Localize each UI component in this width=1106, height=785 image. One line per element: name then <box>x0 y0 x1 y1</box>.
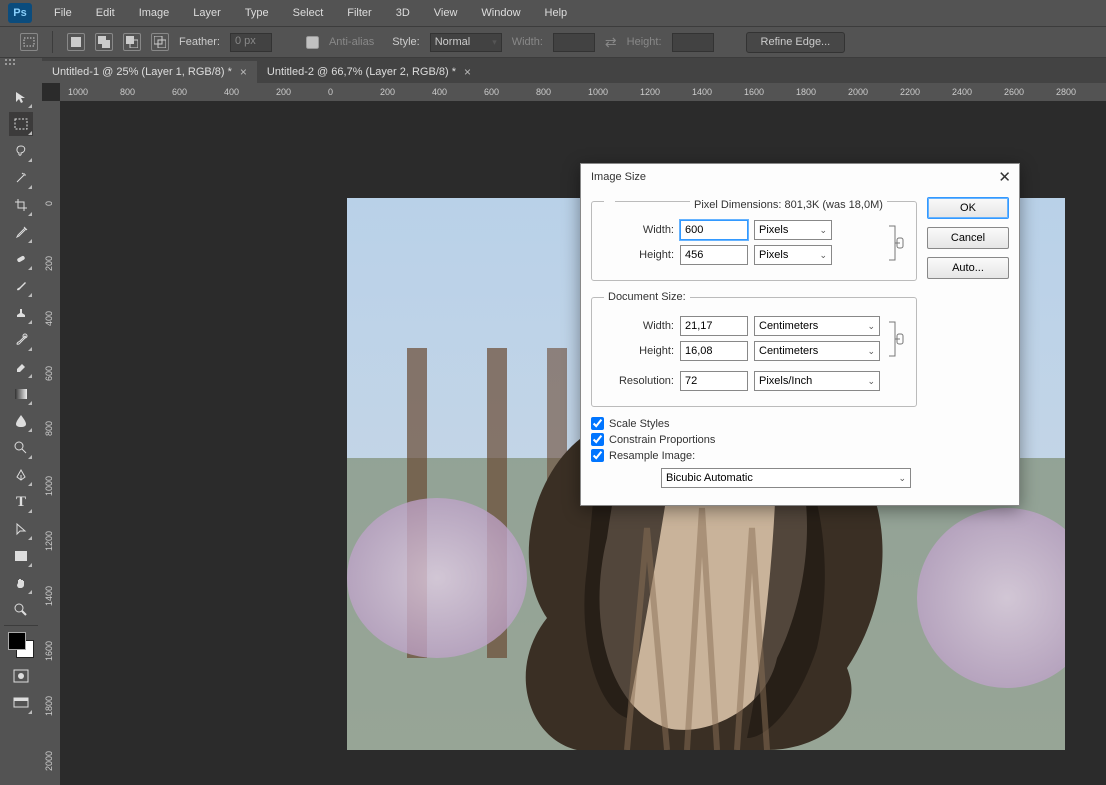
swap-aspect-icon: ⇄ <box>605 34 617 51</box>
antialias-label: Anti-alias <box>329 36 374 48</box>
doc-height-input[interactable] <box>680 341 748 361</box>
resample-checkbox[interactable] <box>591 449 604 462</box>
doc-height-unit-select[interactable]: Centimeters⌄ <box>754 341 880 361</box>
zoom-tool-icon[interactable] <box>9 598 33 622</box>
doc-width-input[interactable] <box>680 316 748 336</box>
menu-filter[interactable]: Filter <box>335 2 383 24</box>
resolution-label: Resolution: <box>602 375 674 387</box>
ruler-vertical: 0 200 400 600 800 1000 1200 1400 1600 18… <box>42 101 60 785</box>
menu-window[interactable]: Window <box>469 2 532 24</box>
px-width-label: Width: <box>602 224 674 236</box>
style-label: Style: <box>392 36 420 48</box>
crop-tool-icon[interactable] <box>9 193 33 217</box>
opt-height-input <box>672 33 714 52</box>
doc-width-unit-select[interactable]: Centimeters⌄ <box>754 316 880 336</box>
doc-height-label: Height: <box>602 345 674 357</box>
selection-new-icon[interactable] <box>67 33 85 51</box>
resolution-unit-select[interactable]: Pixels/Inch⌄ <box>754 371 880 391</box>
brush-tool-icon[interactable] <box>9 274 33 298</box>
doc-width-label: Width: <box>602 320 674 332</box>
color-swatches[interactable] <box>8 632 34 658</box>
refine-edge-button[interactable]: Refine Edge... <box>746 32 846 53</box>
document-size-legend: Document Size: <box>604 291 690 303</box>
resample-method-select[interactable]: Bicubic Automatic⌄ <box>661 468 911 488</box>
px-height-input[interactable] <box>680 245 748 265</box>
gradient-tool-icon[interactable] <box>9 382 33 406</box>
shape-tool-icon[interactable] <box>9 544 33 568</box>
dodge-tool-icon[interactable] <box>9 436 33 460</box>
menu-3d[interactable]: 3D <box>384 2 422 24</box>
selection-subtract-icon[interactable] <box>123 33 141 51</box>
heal-tool-icon[interactable] <box>9 247 33 271</box>
lasso-tool-icon[interactable] <box>9 139 33 163</box>
ruler-horizontal: 1000 800 600 400 200 0 200 400 600 800 1… <box>60 83 1106 101</box>
separator <box>52 31 53 53</box>
feather-input[interactable]: 0 px <box>230 33 272 52</box>
menu-edit[interactable]: Edit <box>84 2 127 24</box>
constrain-checkbox[interactable] <box>591 433 604 446</box>
menu-image[interactable]: Image <box>127 2 182 24</box>
hand-tool-icon[interactable] <box>9 571 33 595</box>
px-height-label: Height: <box>602 249 674 261</box>
opt-width-label: Width: <box>512 36 543 48</box>
opt-width-input <box>553 33 595 52</box>
doc-tab-2[interactable]: Untitled-2 @ 66,7% (Layer 2, RGB/8) * × <box>257 61 481 83</box>
doc-tab-label: Untitled-1 @ 25% (Layer 1, RGB/8) * <box>52 66 232 78</box>
close-icon[interactable]: ✕ <box>998 168 1011 186</box>
menu-help[interactable]: Help <box>533 2 580 24</box>
pen-tool-icon[interactable] <box>9 463 33 487</box>
cancel-button[interactable]: Cancel <box>927 227 1009 249</box>
px-width-input[interactable] <box>680 220 748 240</box>
marquee-tool-icon[interactable] <box>9 112 33 136</box>
stamp-tool-icon[interactable] <box>9 301 33 325</box>
move-tool-icon[interactable] <box>9 85 33 109</box>
doc-tab-1[interactable]: Untitled-1 @ 25% (Layer 1, RGB/8) * × <box>42 61 257 83</box>
antialias-checkbox <box>306 36 319 49</box>
marquee-preset-icon[interactable] <box>20 33 38 51</box>
menu-layer[interactable]: Layer <box>181 2 233 24</box>
constrain-label: Constrain Proportions <box>609 434 715 446</box>
blur-tool-icon[interactable] <box>9 409 33 433</box>
auto-button[interactable]: Auto... <box>927 257 1009 279</box>
px-height-unit-select[interactable]: Pixels⌄ <box>754 245 832 265</box>
history-brush-tool-icon[interactable] <box>9 328 33 352</box>
document-size-group: Document Size: Width: Centimeters⌄ Heigh… <box>591 291 917 407</box>
pixel-dimensions-label: Pixel Dimensions: 801,3K (was 18,0M) <box>690 199 887 211</box>
close-icon[interactable]: × <box>240 65 247 79</box>
link-icon[interactable] <box>884 318 906 360</box>
scale-styles-checkbox[interactable] <box>591 417 604 430</box>
menu-select[interactable]: Select <box>281 2 336 24</box>
resample-label: Resample Image: <box>609 450 695 462</box>
type-tool-icon[interactable]: T <box>9 490 33 514</box>
eraser-tool-icon[interactable] <box>9 355 33 379</box>
image-size-dialog: Image Size ✕ . Pixel Dimensions: 801,3K … <box>580 163 1020 506</box>
px-width-unit-select[interactable]: Pixels⌄ <box>754 220 832 240</box>
path-select-tool-icon[interactable] <box>9 517 33 541</box>
doc-tab-label: Untitled-2 @ 66,7% (Layer 2, RGB/8) * <box>267 66 456 78</box>
dialog-title: Image Size <box>591 171 646 183</box>
link-icon[interactable] <box>884 222 906 264</box>
scale-styles-label: Scale Styles <box>609 418 670 430</box>
dock-handle-icon[interactable] <box>4 58 16 66</box>
style-select[interactable]: Normal▾ <box>430 33 502 52</box>
selection-intersect-icon[interactable] <box>151 33 169 51</box>
screenmode-icon[interactable] <box>9 691 33 715</box>
wand-tool-icon[interactable] <box>9 166 33 190</box>
menu-file[interactable]: File <box>42 2 84 24</box>
menu-type[interactable]: Type <box>233 2 281 24</box>
ok-button[interactable]: OK <box>927 197 1009 219</box>
feather-label: Feather: <box>179 36 220 48</box>
eyedropper-tool-icon[interactable] <box>9 220 33 244</box>
resolution-input[interactable] <box>680 371 748 391</box>
opt-height-label: Height: <box>627 36 662 48</box>
pixel-dimensions-group: . Pixel Dimensions: 801,3K (was 18,0M) W… <box>591 195 917 281</box>
quickmask-icon[interactable] <box>9 664 33 688</box>
selection-add-icon[interactable] <box>95 33 113 51</box>
menu-view[interactable]: View <box>422 2 470 24</box>
app-logo: Ps <box>8 3 32 23</box>
close-icon[interactable]: × <box>464 65 471 79</box>
